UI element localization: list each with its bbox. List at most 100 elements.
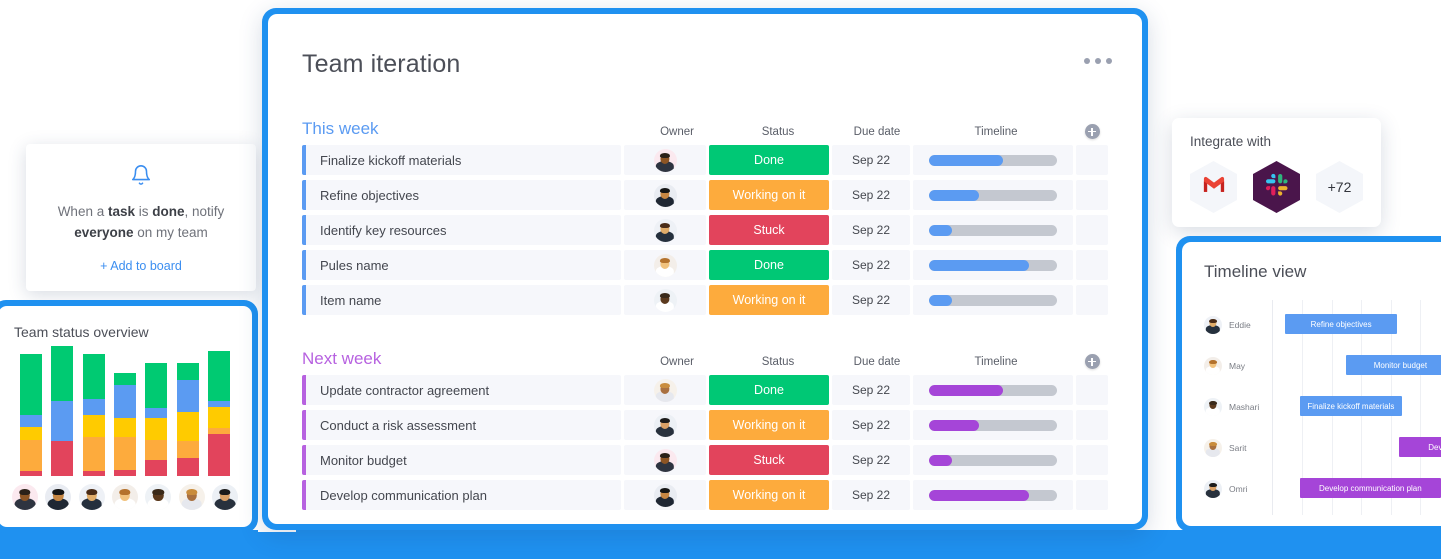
chart-segment-red [82,470,105,476]
row-owner-cell[interactable] [624,445,706,475]
row-owner-cell[interactable] [624,180,706,210]
column-header-status[interactable]: Status [718,356,838,368]
row-timeline-cell[interactable] [913,180,1073,210]
timeline-people-list: Eddie May Mashari Sarit Omri [1204,300,1272,515]
status-badge[interactable]: Done [709,250,829,280]
column-header-owner[interactable]: Owner [636,356,718,368]
timeline-task-bar[interactable]: Develop [1398,437,1441,457]
timeline-view-title: Timeline view [1204,262,1307,281]
row-due-date[interactable]: Sep 22 [832,250,910,280]
table-row[interactable]: Refine objectives Working on it Sep 22 [302,180,1108,210]
row-timeline-cell[interactable] [913,250,1073,280]
column-header-timeline[interactable]: Timeline [916,356,1076,368]
status-badge[interactable]: Working on it [709,285,829,315]
notif-bold-everyone: everyone [74,225,134,240]
row-item-name[interactable]: Conduct a risk assessment [306,410,621,440]
more-integrations[interactable]: +72 [1316,161,1363,213]
gmail-integration[interactable] [1190,161,1237,213]
row-tail-cell [1076,180,1108,210]
row-owner-cell[interactable] [624,145,706,175]
row-item-name[interactable]: Update contractor agreement [306,375,621,405]
row-timeline-cell[interactable] [913,480,1073,510]
stacked-bar-chart [14,346,236,476]
row-timeline-cell[interactable] [913,215,1073,245]
column-header-timeline[interactable]: Timeline [916,126,1076,138]
timeline-task-bar[interactable]: Finalize kickoff materials [1299,396,1403,416]
row-owner-cell[interactable] [624,410,706,440]
row-timeline-cell[interactable] [913,145,1073,175]
row-timeline-cell[interactable] [913,285,1073,315]
column-header-status[interactable]: Status [718,126,838,138]
status-badge[interactable]: Working on it [709,410,829,440]
row-due-date[interactable]: Sep 22 [832,480,910,510]
row-owner-cell[interactable] [624,215,706,245]
tv-avatar-1 [1204,315,1222,334]
status-badge[interactable]: Stuck [709,215,829,245]
add-column-icon[interactable] [1084,354,1100,369]
timeline-progress-fill [929,419,979,431]
chart-segment-green [176,362,199,380]
row-due-date[interactable]: Sep 22 [832,145,910,175]
owner-avatar-2 [653,183,677,207]
row-owner-cell[interactable] [624,480,706,510]
table-row[interactable]: Finalize kickoff materials Done Sep 22 [302,145,1108,175]
owner-avatar-8 [653,448,677,472]
row-due-date[interactable]: Sep 22 [832,445,910,475]
add-column-icon[interactable] [1084,124,1100,139]
row-timeline-cell[interactable] [913,410,1073,440]
row-item-name[interactable]: Finalize kickoff materials [306,145,621,175]
slack-integration[interactable] [1253,161,1300,213]
row-due-date[interactable]: Sep 22 [832,285,910,315]
row-item-name[interactable]: Refine objectives [306,180,621,210]
timeline-person-name: Mashari [1229,401,1260,412]
group-title[interactable]: Next week [302,349,381,369]
column-header-owner[interactable]: Owner [636,126,718,138]
chart-avatar-3 [78,484,105,510]
row-item-name[interactable]: Identify key resources [306,215,621,245]
status-badge[interactable]: Done [709,375,829,405]
table-row[interactable]: Conduct a risk assessment Working on it Se… [302,410,1108,440]
row-item-name[interactable]: Monitor budget [306,445,621,475]
group-header: This week Owner Status Due date Timeline [302,113,1108,139]
row-due-date[interactable]: Sep 22 [832,410,910,440]
group-title[interactable]: This week [302,119,379,139]
chart-avatar-6 [178,484,205,510]
column-header-due-date[interactable]: Due date [838,126,916,138]
chart-segment-green [51,346,74,401]
row-owner-cell[interactable] [624,375,706,405]
table-row[interactable]: Pules name Done Sep 22 [302,250,1108,280]
integrations-card: Integrate with +72 [1172,118,1381,227]
row-due-date[interactable]: Sep 22 [832,180,910,210]
table-row[interactable]: Item name Working on it Sep 22 [302,285,1108,315]
row-due-date[interactable]: Sep 22 [832,215,910,245]
table-row[interactable]: Monitor budget Stuck Sep 22 [302,445,1108,475]
table-row[interactable]: Update contractor agreement Done Sep 22 [302,375,1108,405]
group-header: Next week Owner Status Due date Timeline [302,343,1108,369]
column-header-due-date[interactable]: Due date [838,356,916,368]
row-owner-cell[interactable] [624,285,706,315]
status-badge[interactable]: Working on it [709,180,829,210]
status-badge[interactable]: Stuck [709,445,829,475]
timeline-progress-track [929,454,1057,466]
row-item-name[interactable]: Develop communication plan [306,480,621,510]
more-options-dot [1084,58,1090,64]
chart-segment-green [113,373,136,385]
status-badge[interactable]: Working on it [709,480,829,510]
timeline-task-bar[interactable]: Refine objectives [1285,314,1397,334]
table-row[interactable]: Identify key resources Stuck Sep 22 [302,215,1108,245]
add-to-board-link[interactable]: + Add to board [44,259,238,273]
status-badge[interactable]: Done [709,145,829,175]
board-more-options-button[interactable] [1084,58,1112,64]
row-owner-cell[interactable] [624,250,706,280]
row-item-name[interactable]: Item name [306,285,621,315]
table-row[interactable]: Develop communication plan Working on it S… [302,480,1108,510]
timeline-task-bar[interactable]: Monitor budget [1345,355,1441,375]
notif-post: , notify [184,204,225,219]
timeline-progress-track [929,224,1057,236]
timeline-task-bar[interactable]: Develop communication plan [1299,478,1441,498]
row-timeline-cell[interactable] [913,375,1073,405]
row-timeline-cell[interactable] [913,445,1073,475]
row-due-date[interactable]: Sep 22 [832,375,910,405]
row-item-name[interactable]: Pules name [306,250,621,280]
chart-segment-yellow [145,417,168,440]
